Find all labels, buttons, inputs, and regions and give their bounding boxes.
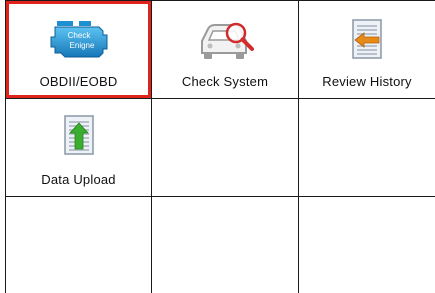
data-upload-icon <box>62 115 96 160</box>
menu-item-label: OBDII/EOBD <box>39 74 118 89</box>
empty-tile <box>6 197 151 293</box>
menu-item-check-system[interactable]: Check System <box>152 1 298 98</box>
menu-item-label: Check System <box>181 74 269 89</box>
menu-item-obdii-eobd[interactable]: Check Enigne OBDII/EOBD <box>6 1 151 98</box>
empty-tile <box>299 99 435 196</box>
menu-item-review-history[interactable]: Review History <box>299 1 435 98</box>
car-search-icon <box>194 19 256 66</box>
menu-item-data-upload[interactable]: Data Upload <box>6 99 151 196</box>
review-history-icon <box>350 19 384 64</box>
svg-text:Enigne: Enigne <box>69 41 94 50</box>
svg-text:Check: Check <box>67 31 91 40</box>
menu-grid: Check Enigne OBDII/EOBD Check System Rev… <box>5 0 435 293</box>
empty-tile <box>299 197 435 293</box>
empty-tile <box>152 99 298 196</box>
menu-item-label: Data Upload <box>41 172 116 187</box>
menu-item-label: Review History <box>322 74 412 89</box>
check-engine-icon: Check Enigne <box>49 19 109 64</box>
empty-tile <box>152 197 298 293</box>
